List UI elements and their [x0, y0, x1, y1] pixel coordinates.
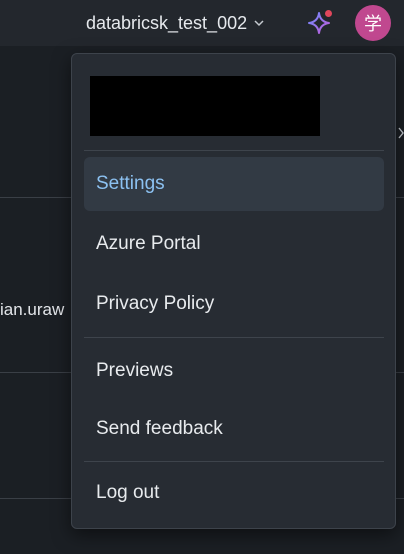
notification-dot	[325, 10, 332, 17]
avatar-initial: 学	[364, 14, 382, 35]
menu-item-previews[interactable]: Previews	[84, 344, 384, 398]
avatar[interactable]: 学	[355, 5, 391, 41]
workspace-name: databricsk_test_002	[86, 12, 248, 33]
chevron-down-icon	[254, 20, 264, 27]
account-menu: Settings Azure Portal Privacy Policy Pre…	[71, 53, 396, 529]
menu-item-label: Azure Portal	[96, 233, 201, 254]
menu-item-label: Previews	[96, 360, 174, 381]
menu-item-privacy-policy[interactable]: Privacy Policy	[84, 277, 384, 331]
menu-item-label: Send feedback	[96, 418, 223, 439]
divider	[84, 461, 384, 462]
menu-item-settings[interactable]: Settings	[84, 157, 384, 211]
chevron-right-icon	[398, 127, 404, 139]
menu-item-send-feedback[interactable]: Send feedback	[84, 402, 384, 456]
redacted-user-info	[90, 76, 320, 136]
assistant-button[interactable]	[304, 9, 334, 37]
table-cell: ian.uraw	[0, 300, 65, 319]
menu-item-label: Privacy Policy	[96, 293, 215, 314]
menu-item-label: Log out	[96, 482, 160, 503]
top-bar: databricsk_test_002 学	[0, 0, 404, 46]
divider	[84, 337, 384, 338]
page: databricsk_test_002 学 ian.uraw Settings …	[0, 0, 404, 554]
menu-item-label: Settings	[96, 173, 165, 194]
menu-item-log-out[interactable]: Log out	[84, 466, 384, 520]
divider	[84, 150, 384, 151]
workspace-switcher[interactable]: databricsk_test_002	[86, 9, 265, 37]
menu-item-azure-portal[interactable]: Azure Portal	[84, 217, 384, 271]
